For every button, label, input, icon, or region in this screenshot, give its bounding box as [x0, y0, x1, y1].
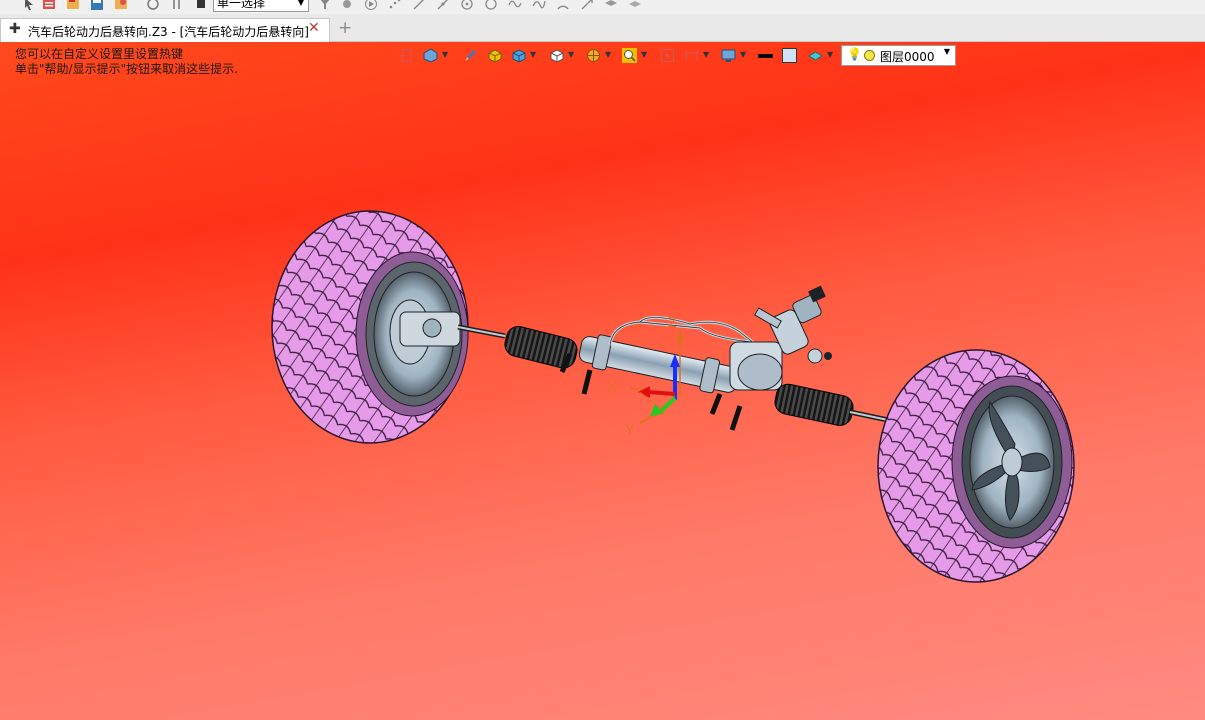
pin-icon[interactable]: ✚	[9, 21, 21, 37]
circle-center-icon[interactable]	[460, 0, 474, 10]
open-icon[interactable]	[66, 0, 80, 10]
query-icon[interactable]	[170, 0, 184, 10]
axis-z-label: Z	[668, 314, 677, 330]
line-point-icon[interactable]	[436, 0, 450, 10]
points-icon[interactable]	[388, 0, 402, 10]
pointer-icon[interactable]	[22, 0, 36, 10]
stop-icon[interactable]	[194, 0, 208, 10]
right-bellows	[774, 383, 854, 426]
rack-housing	[578, 334, 739, 394]
pick-icon[interactable]	[340, 0, 354, 10]
line-icon[interactable]	[412, 0, 426, 10]
export-icon[interactable]	[114, 0, 128, 10]
3d-viewport[interactable]: 您可以在自定义设置里设置热键 单击"帮助/显示提示"按钮来取消这些提示. ▼ ▼…	[0, 42, 1205, 720]
save-icon[interactable]	[90, 0, 104, 10]
circle-icon[interactable]	[484, 0, 498, 10]
spline-icon[interactable]	[508, 0, 522, 10]
selection-mode-dropdown[interactable]: 单一选择 ▼	[213, 0, 309, 12]
axis-y-label: Y	[625, 421, 635, 437]
layer-stack-icon[interactable]	[604, 0, 618, 10]
document-tab-title: 汽车后轮动力后悬转向.Z3 - [汽车后轮动力后悬转向]	[28, 25, 309, 39]
filter-icon[interactable]	[318, 0, 332, 10]
history-icon[interactable]	[146, 0, 160, 10]
chevron-down-icon: ▼	[297, 0, 304, 7]
play-icon[interactable]	[364, 0, 378, 10]
right-wheel[interactable]	[877, 349, 1075, 583]
trim-icon[interactable]	[580, 0, 594, 10]
selection-mode-value: 单一选择	[217, 0, 266, 10]
list-icon[interactable]	[42, 0, 56, 10]
arc-icon[interactable]	[556, 0, 570, 10]
steering-assembly-model[interactable]: Z X Y	[0, 42, 1205, 720]
document-tab[interactable]: ✚ 汽车后轮动力后悬转向.Z3 - [汽车后轮动力后悬转向] ✕	[0, 18, 330, 42]
document-tab-bar: ✚ 汽车后轮动力后悬转向.Z3 - [汽车后轮动力后悬转向] ✕ +	[0, 14, 1205, 42]
plane-stack-icon[interactable]	[628, 0, 642, 10]
right-hub	[1001, 447, 1023, 477]
left-wheel[interactable]	[271, 210, 469, 444]
axis-x-label: X	[607, 379, 617, 395]
close-tab-icon[interactable]: ✕	[308, 20, 320, 36]
new-tab-button[interactable]: +	[338, 18, 352, 38]
top-toolbar: 单一选择 ▼	[0, 0, 1205, 14]
curve-icon[interactable]	[532, 0, 546, 10]
